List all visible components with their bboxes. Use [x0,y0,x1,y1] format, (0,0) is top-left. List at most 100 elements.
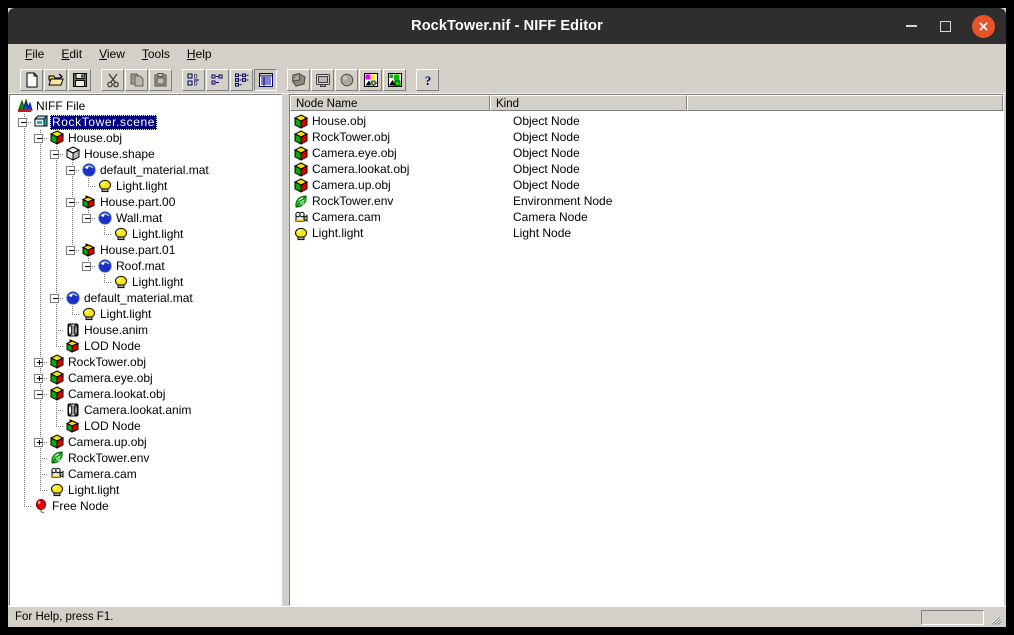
object-node-icon [48,370,66,386]
shape-tool-button[interactable] [287,68,310,91]
column-header-node-name[interactable]: Node Name [290,95,490,111]
view-large-icons-button[interactable]: DD [182,68,205,91]
menu-item-tools[interactable]: Tools [134,45,179,64]
tree-connector [64,242,80,258]
menu-item-edit[interactable]: Edit [53,45,91,64]
save-file-button[interactable] [68,68,91,91]
close-button[interactable] [966,8,1000,44]
scene-tree-panel[interactable]: NIFF File RockTower.scene House.obj House.s… [9,94,282,606]
open-folder-icon [47,72,64,88]
tree-collapse-icon[interactable] [66,246,75,255]
tree-item[interactable]: House.obj [10,130,281,146]
resize-gripper-icon[interactable] [990,612,1004,626]
tree-connector [32,130,48,146]
tree-item[interactable]: House.part.00 [10,194,281,210]
tree-item[interactable]: LOD Node [10,338,281,354]
minimize-button[interactable] [894,8,928,44]
status-extra-pane [921,610,984,625]
import-image-button[interactable] [359,68,382,91]
cell-kind: Object Node [513,178,580,192]
tree-collapse-icon[interactable] [82,262,91,271]
tree-expand-icon[interactable] [34,358,43,367]
light-icon [96,178,114,194]
tree-collapse-icon[interactable] [82,214,91,223]
tree-item[interactable]: Camera.lookat.anim [10,402,281,418]
tree-item[interactable]: House.anim [10,322,281,338]
tree-item[interactable]: Camera.cam [10,466,281,482]
tree-collapse-icon[interactable] [18,118,27,127]
tree-item[interactable]: House.shape [10,146,281,162]
tree-item[interactable]: Light.light [10,482,281,498]
table-row[interactable]: Camera.up.obj Object Node [290,177,1003,193]
screen-tool-button[interactable] [311,68,334,91]
tree-item[interactable]: Light.light [10,306,281,322]
column-header-blank[interactable] [687,95,1003,111]
menu-item-help[interactable]: Help [179,45,221,64]
list-view-icon [234,72,250,88]
view-list-button[interactable] [230,68,253,91]
tree-item[interactable]: Free Node [10,498,281,514]
material-tool-button[interactable] [335,68,358,91]
tree-item[interactable]: Wall.mat [10,210,281,226]
lod-icon [64,338,82,354]
node-list-panel[interactable]: Node Name Kind House.obj Object Node RockT… [289,94,1004,606]
table-row[interactable]: Camera.lookat.obj Object Node [290,161,1003,177]
cell-kind: Object Node [513,114,580,128]
tree-item[interactable]: default_material.mat [10,162,281,178]
open-file-button[interactable] [44,68,67,91]
tree-item-label: Roof.mat [116,258,165,273]
tree-item[interactable]: Light.light [10,226,281,242]
tree-item[interactable]: RockTower.scene [10,114,281,130]
tree-indent [10,242,64,258]
tree-item-label: RockTower.scene [50,114,158,130]
export-image-button[interactable] [383,68,406,91]
cell-node-name: Light.light [312,226,364,240]
table-row[interactable]: RockTower.obj Object Node [290,129,1003,145]
tree-item[interactable]: RockTower.env [10,450,281,466]
tree-item[interactable]: Roof.mat [10,258,281,274]
tree-item[interactable]: House.part.01 [10,242,281,258]
tree-expand-icon[interactable] [34,374,43,383]
tree-item[interactable]: LOD Node [10,418,281,434]
table-row[interactable]: Camera.eye.obj Object Node [290,145,1003,161]
tree-collapse-icon[interactable] [50,150,59,159]
panel-splitter[interactable] [282,94,289,606]
tree-item-label: Camera.up.obj [68,434,147,449]
table-row[interactable]: Light.light Light Node [290,225,1003,241]
paste-button[interactable] [149,68,172,91]
tree-collapse-icon[interactable] [34,390,43,399]
new-file-button[interactable] [20,68,43,91]
view-small-icons-button[interactable] [206,68,229,91]
tree-item[interactable]: NIFF File [10,98,281,114]
title-bar: RockTower.nif - NIFF Editor [8,8,1006,44]
tree-item[interactable]: Camera.lookat.obj [10,386,281,402]
copy-button[interactable] [125,68,148,91]
tree-item[interactable]: default_material.mat [10,290,281,306]
menu-label-view-rest: iew [106,46,125,61]
tree-expand-icon[interactable] [34,438,43,447]
tree-indent [10,226,96,242]
help-button[interactable]: ? [416,68,439,91]
table-row[interactable]: Camera.cam Camera Node [290,209,1003,225]
view-details-button[interactable] [254,68,277,91]
tree-collapse-icon[interactable] [50,294,59,303]
column-header-kind[interactable]: Kind [490,95,687,111]
object-node-icon [290,161,312,177]
table-row[interactable]: House.obj Object Node [290,113,1003,129]
env-icon [290,193,312,209]
tree-item[interactable]: Light.light [10,178,281,194]
tree-collapse-icon[interactable] [66,198,75,207]
tree-item[interactable]: Camera.up.obj [10,434,281,450]
tree-item[interactable]: RockTower.obj [10,354,281,370]
cut-button[interactable] [101,68,124,91]
tree-item[interactable]: Light.light [10,274,281,290]
tree-connector [64,162,80,178]
tree-collapse-icon[interactable] [66,166,75,175]
table-row[interactable]: RockTower.env Environment Node [290,193,1003,209]
maximize-button[interactable] [928,8,962,44]
tree-collapse-icon[interactable] [34,134,43,143]
menu-item-view[interactable]: View [91,45,134,64]
tree-item-label: Light.light [132,226,184,241]
tree-item[interactable]: Camera.eye.obj [10,370,281,386]
menu-item-file[interactable]: File [17,45,53,64]
